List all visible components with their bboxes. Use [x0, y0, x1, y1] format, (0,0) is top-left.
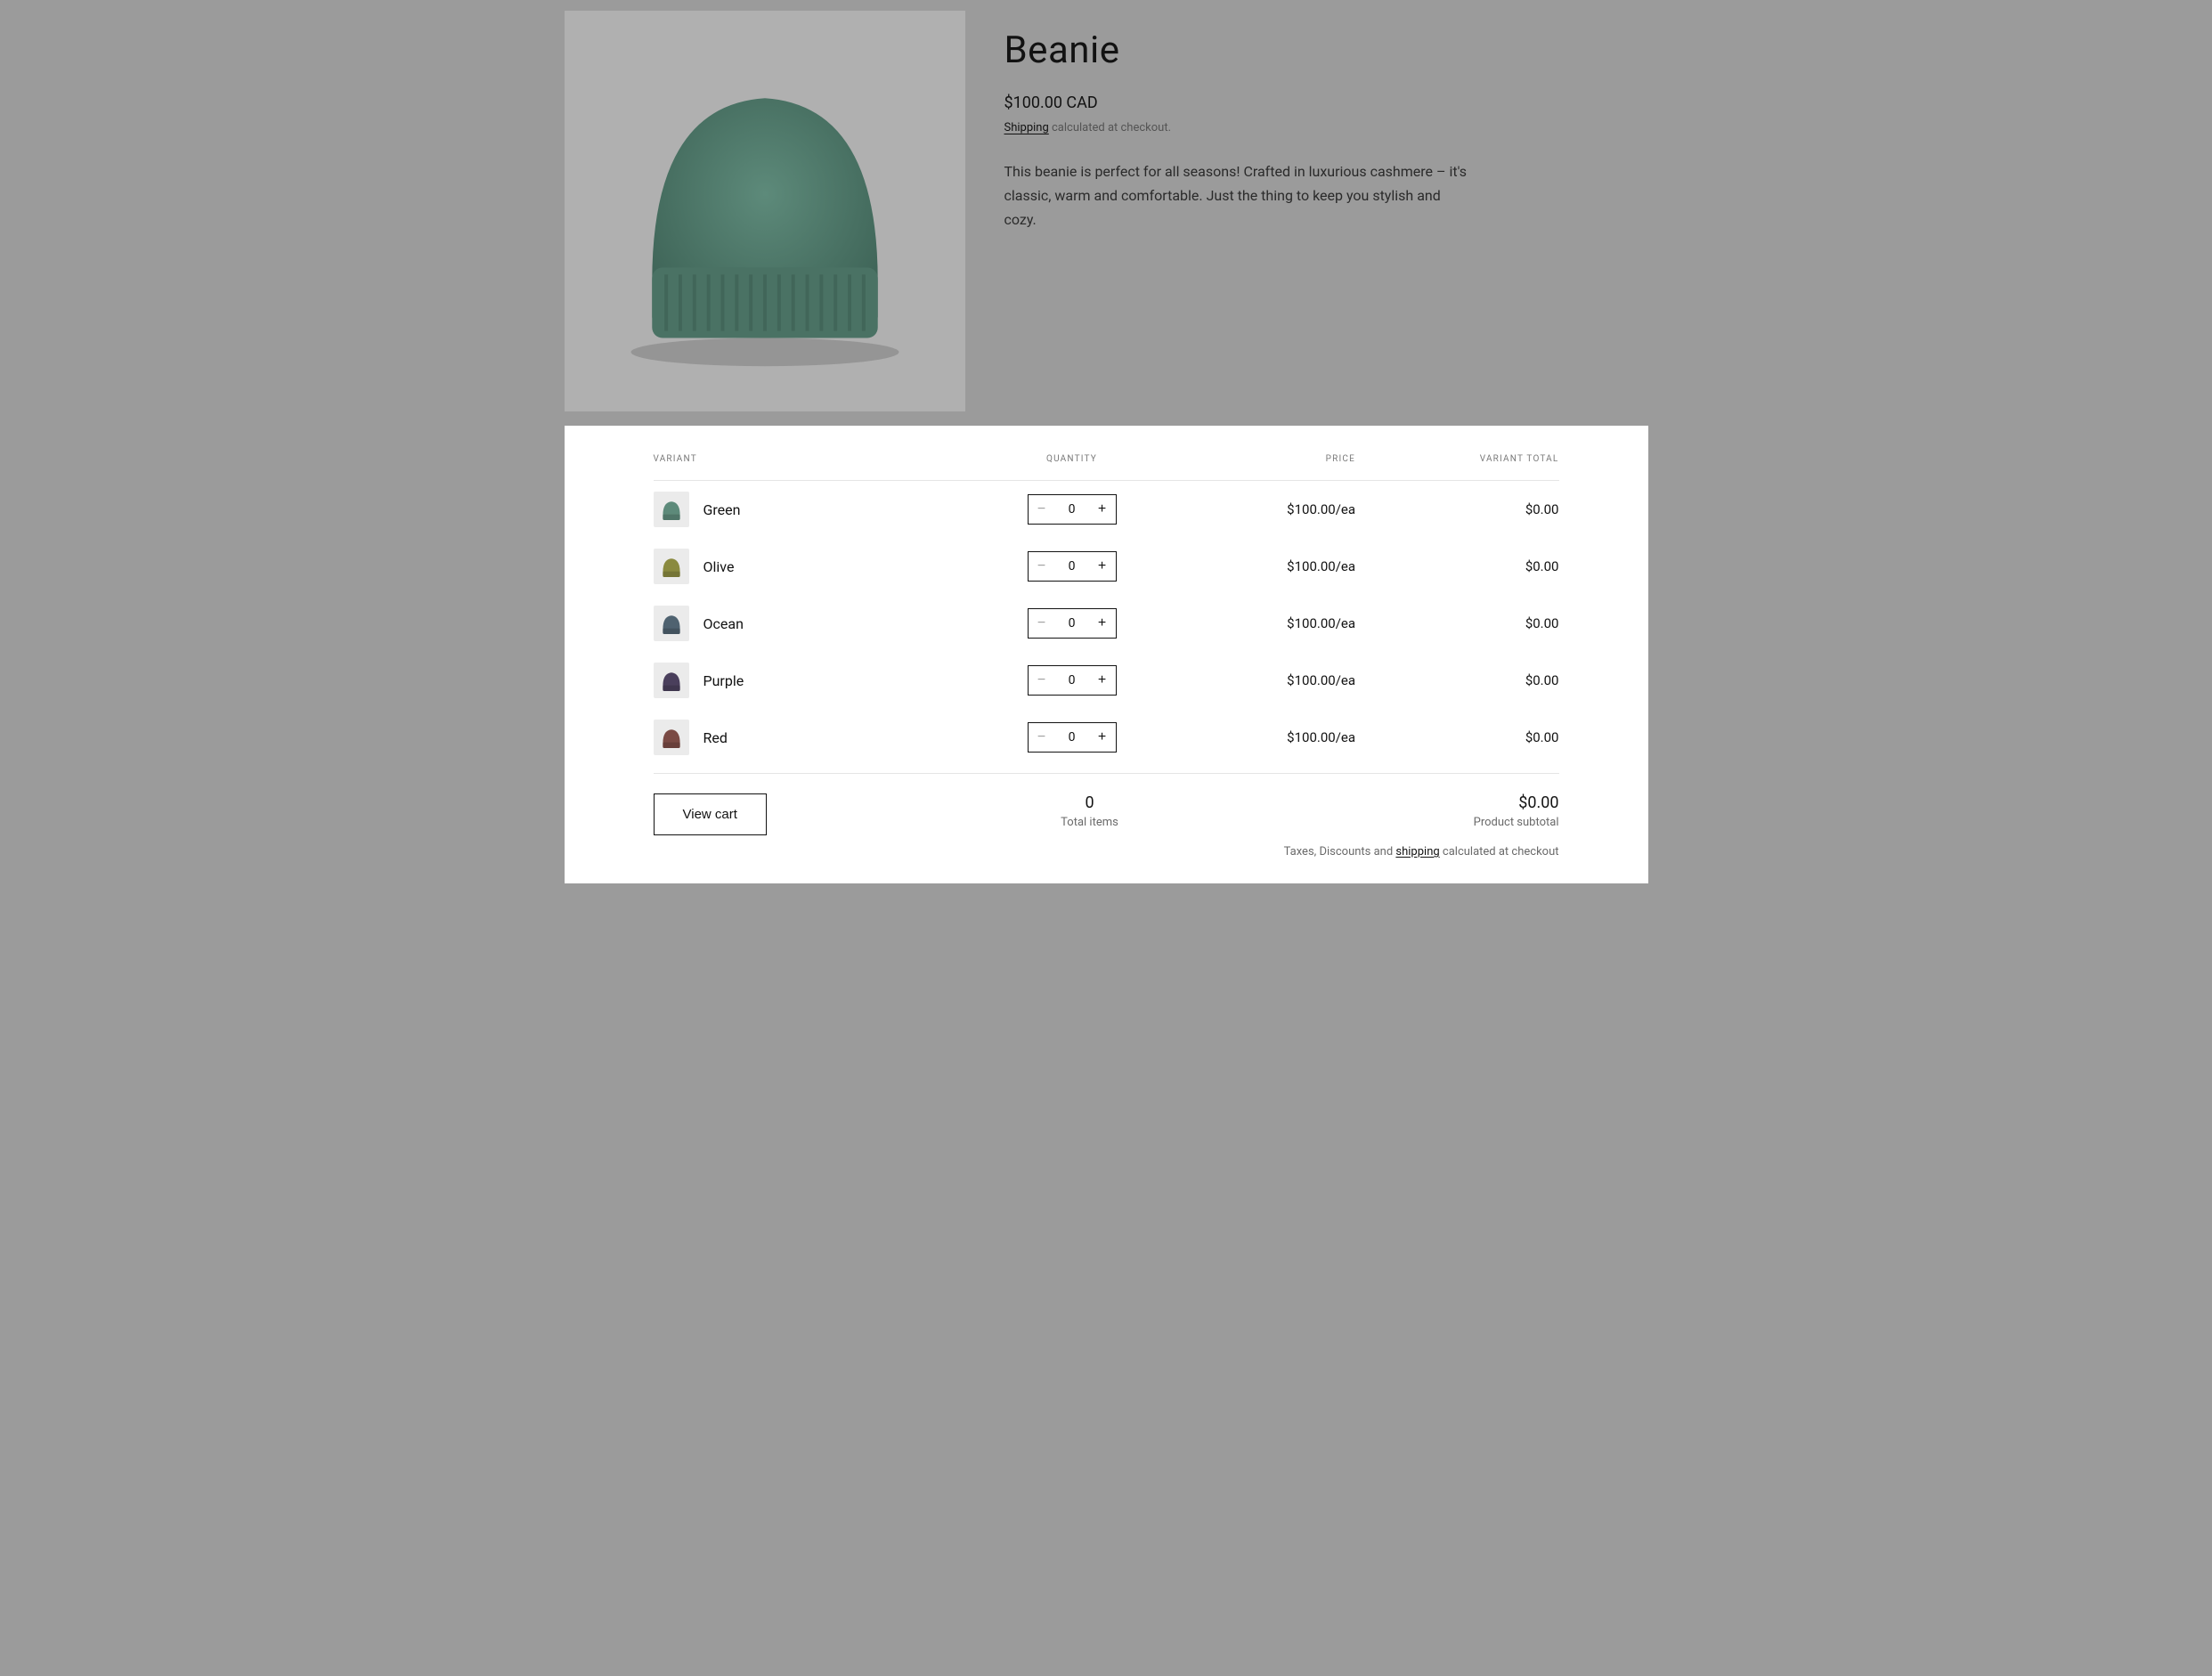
variant-thumbnail[interactable] — [654, 492, 689, 527]
variant-total: $0.00 — [1355, 615, 1559, 631]
beanie-illustration — [589, 35, 941, 387]
product-image[interactable] — [565, 11, 965, 411]
quantity-value: 0 — [1055, 616, 1089, 631]
variant-name: Purple — [703, 672, 744, 689]
decrease-button[interactable]: − — [1029, 666, 1055, 695]
beanie-icon — [657, 552, 686, 581]
quantity-value: 0 — [1055, 673, 1089, 687]
decrease-button[interactable]: − — [1029, 723, 1055, 752]
tax-prefix: Taxes, Discounts and — [1284, 845, 1396, 858]
decrease-button[interactable]: − — [1029, 552, 1055, 581]
tax-note: Taxes, Discounts and shipping calculated… — [1152, 845, 1559, 858]
variant-price: $100.00/ea — [1152, 672, 1356, 688]
subtotal-label: Product subtotal — [1152, 816, 1559, 829]
variant-row: Red − 0 + $100.00/ea $0.00 — [654, 709, 1559, 766]
variant-row: Ocean − 0 + $100.00/ea $0.00 — [654, 595, 1559, 652]
increase-button[interactable]: + — [1089, 666, 1116, 695]
variant-price: $100.00/ea — [1152, 729, 1356, 745]
quantity-stepper: − 0 + — [1028, 665, 1117, 696]
increase-button[interactable]: + — [1089, 552, 1116, 581]
variant-price: $100.00/ea — [1152, 615, 1356, 631]
variant-thumbnail[interactable] — [654, 606, 689, 641]
beanie-icon — [657, 666, 686, 695]
tax-suffix: calculated at checkout — [1440, 845, 1559, 858]
decrease-button[interactable]: − — [1029, 609, 1055, 638]
increase-button[interactable]: + — [1089, 495, 1116, 524]
product-description: This beanie is perfect for all seasons! … — [1004, 159, 1468, 232]
variant-row: Purple − 0 + $100.00/ea $0.00 — [654, 652, 1559, 709]
variant-thumbnail[interactable] — [654, 720, 689, 755]
shipping-suffix: calculated at checkout. — [1049, 121, 1171, 134]
variant-total: $0.00 — [1355, 672, 1559, 688]
beanie-icon — [657, 495, 686, 524]
variant-thumbnail[interactable] — [654, 663, 689, 698]
shipping-note: Shipping calculated at checkout. — [1004, 121, 1648, 134]
variant-thumbnail[interactable] — [654, 549, 689, 584]
decrease-button[interactable]: − — [1029, 495, 1055, 524]
shipping-link-footer[interactable]: shipping — [1395, 845, 1439, 858]
product-price: $100.00 CAD — [1004, 94, 1648, 112]
quantity-value: 0 — [1055, 559, 1089, 574]
variant-price: $100.00/ea — [1152, 558, 1356, 574]
variant-name: Red — [703, 729, 728, 746]
variants-panel: VARIANT QUANTITY PRICE VARIANT TOTAL Gre… — [565, 426, 1648, 883]
quantity-stepper: − 0 + — [1028, 551, 1117, 582]
increase-button[interactable]: + — [1089, 609, 1116, 638]
beanie-icon — [657, 723, 686, 752]
product-title: Beanie — [1004, 28, 1648, 72]
variant-price: $100.00/ea — [1152, 501, 1356, 517]
quantity-value: 0 — [1055, 730, 1089, 744]
variant-name: Green — [703, 501, 741, 518]
increase-button[interactable]: + — [1089, 723, 1116, 752]
variants-header: VARIANT QUANTITY PRICE VARIANT TOTAL — [654, 454, 1559, 481]
variant-total: $0.00 — [1355, 501, 1559, 517]
variant-total: $0.00 — [1355, 558, 1559, 574]
variant-total: $0.00 — [1355, 729, 1559, 745]
header-quantity: QUANTITY — [992, 454, 1152, 464]
shipping-link[interactable]: Shipping — [1004, 121, 1049, 134]
panel-footer: View cart 0 Total items $0.00 Product su… — [654, 773, 1559, 858]
header-price: PRICE — [1152, 454, 1356, 464]
quantity-value: 0 — [1055, 502, 1089, 517]
variant-name: Olive — [703, 558, 735, 575]
header-variant-total: VARIANT TOTAL — [1355, 454, 1559, 464]
view-cart-button[interactable]: View cart — [654, 793, 767, 835]
total-items-value: 0 — [1028, 793, 1152, 812]
subtotal-value: $0.00 — [1152, 793, 1559, 812]
header-variant: VARIANT — [654, 454, 992, 464]
variant-row: Olive − 0 + $100.00/ea $0.00 — [654, 538, 1559, 595]
variant-row: Green − 0 + $100.00/ea $0.00 — [654, 481, 1559, 538]
quantity-stepper: − 0 + — [1028, 608, 1117, 639]
quantity-stepper: − 0 + — [1028, 494, 1117, 525]
variant-name: Ocean — [703, 615, 744, 632]
quantity-stepper: − 0 + — [1028, 722, 1117, 753]
beanie-icon — [657, 609, 686, 638]
total-items-label: Total items — [1028, 816, 1152, 829]
